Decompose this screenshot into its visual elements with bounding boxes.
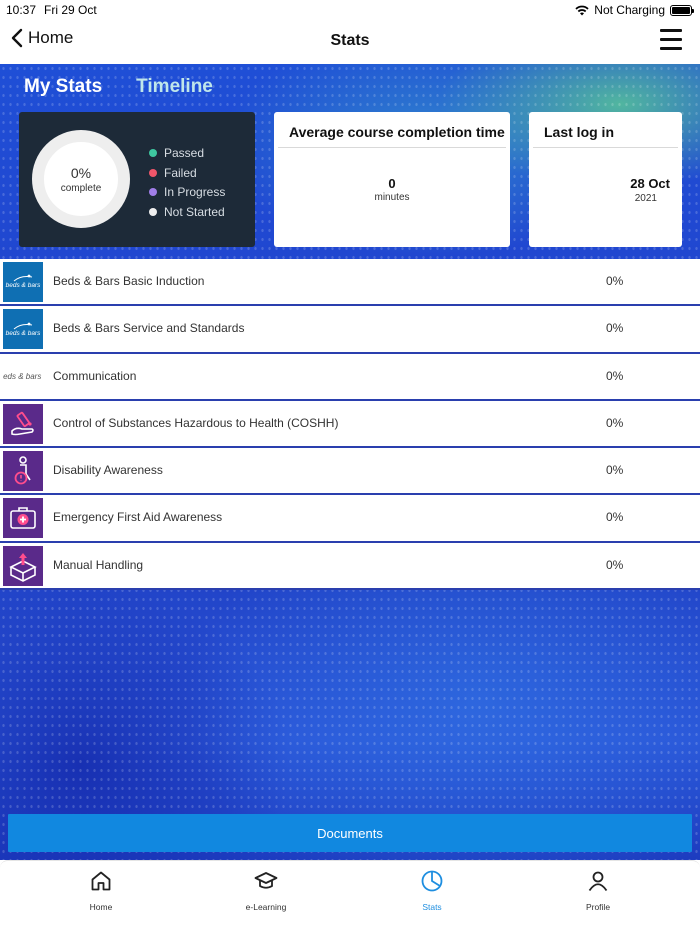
course-name: Manual Handling (53, 557, 144, 572)
legend-label: Failed (164, 165, 197, 180)
course-percent: 0% (606, 415, 624, 430)
tab-bar-e-learning[interactable]: e-Learning (226, 869, 306, 912)
legend: Passed Failed In Progress Not Started (149, 143, 225, 222)
legend-label: In Progress (164, 185, 226, 200)
tab-bar-label: e-Learning (245, 902, 287, 912)
beds-and-bars-logo-icon: beds & bars (3, 309, 43, 350)
legend-dot-icon (149, 168, 157, 177)
course-row[interactable]: Control of Substances Hazardous to Healt… (0, 400, 700, 449)
avg-completion-title: Average course completion time (289, 124, 505, 140)
donut-percent: 0% (70, 164, 92, 181)
course-percent: 0% (606, 557, 624, 572)
course-name: Communication (53, 368, 137, 383)
avg-completion-value: 0 (388, 176, 396, 191)
legend-label: Not Started (164, 204, 225, 219)
tab-bar-label: Stats (422, 902, 442, 912)
card-divider (533, 147, 678, 148)
course-name: Beds & Bars Service and Standards (53, 321, 245, 336)
donut-complete-label: complete (60, 182, 102, 194)
course-row[interactable]: Manual Handling 0% (0, 542, 700, 591)
beds-and-bars-logo-light-icon: beds & bars (3, 356, 43, 397)
course-name: Control of Substances Hazardous to Healt… (53, 415, 339, 430)
thumb-logo-text: beds & bars (5, 329, 41, 337)
avg-completion-unit: minutes (374, 192, 410, 203)
course-name: Beds & Bars Basic Induction (53, 274, 205, 288)
course-name: Disability Awareness (53, 463, 163, 478)
status-time: 10:37 (6, 3, 37, 17)
last-login-title: Last log in (544, 124, 614, 140)
course-row[interactable]: Disability Awareness 0% (0, 448, 700, 496)
last-login-year: 2021 (634, 193, 657, 204)
documents-button[interactable]: Documents (8, 814, 692, 852)
hamburger-menu-icon[interactable] (660, 29, 682, 51)
legend-item-failed: Failed (149, 163, 225, 183)
legend-dot-icon (149, 207, 157, 216)
status-right: Not Charging (575, 3, 694, 17)
course-row[interactable]: beds & bars Beds & Bars Service and Stan… (0, 306, 700, 354)
last-login-date: 28 Oct (630, 176, 670, 191)
course-percent: 0% (606, 274, 624, 288)
person-icon (588, 871, 608, 892)
thumb-logo-text: beds & bars (3, 372, 42, 382)
course-row[interactable]: Emergency First Aid Awareness 0% (0, 495, 700, 543)
course-row[interactable]: beds & bars Beds & Bars Basic Induction … (0, 259, 700, 307)
course-row[interactable]: beds & bars Communication 0% (0, 353, 700, 401)
stats-tabs: My Stats Timeline (24, 76, 213, 98)
legend-item-not-started: Not Started (149, 202, 225, 222)
avg-completion-card: Average course completion time 0 minutes (274, 112, 510, 247)
pie-chart-icon (421, 870, 443, 892)
coshh-icon (3, 403, 43, 444)
charging-status: Not Charging (594, 3, 665, 17)
course-name: Emergency First Aid Awareness (53, 510, 223, 525)
legend-label: Passed (164, 145, 205, 160)
battery-icon (670, 4, 694, 16)
card-divider (278, 147, 506, 148)
graduation-cap-icon (254, 872, 278, 889)
tab-bar-profile[interactable]: Profile (558, 869, 638, 912)
tab-bar-home[interactable]: Home (61, 869, 141, 912)
page-title: Stats (330, 32, 370, 49)
legend-item-passed: Passed (149, 143, 225, 163)
tab-bar-label: Home (89, 902, 113, 912)
donut-center: 0% complete (32, 130, 130, 228)
thumb-logo-text: beds & bars (5, 282, 41, 290)
tab-timeline[interactable]: Timeline (136, 76, 213, 98)
home-icon (91, 871, 111, 891)
tab-bar-label: Profile (585, 902, 611, 912)
wifi-icon (575, 5, 589, 15)
legend-dot-icon (149, 188, 157, 197)
course-percent: 0% (606, 321, 624, 336)
beds-and-bars-logo-icon: beds & bars (3, 262, 43, 302)
progress-card: 0% complete Passed Failed In Progress No… (19, 112, 255, 247)
legend-item-in-progress: In Progress (149, 182, 225, 202)
tab-bar-stats[interactable]: Stats (392, 869, 472, 912)
first-aid-icon (3, 498, 43, 539)
course-percent: 0% (606, 368, 624, 383)
course-percent: 0% (606, 510, 624, 525)
status-bar: 10:37 Fri 29 Oct Not Charging (0, 0, 700, 20)
course-percent: 0% (606, 463, 624, 478)
last-login-card: Last log in 28 Oct 2021 (529, 112, 682, 247)
nav-bar: Home Stats (0, 20, 700, 64)
disability-icon (3, 451, 43, 492)
status-date: Fri 29 Oct (44, 3, 97, 17)
bottom-tab-bar: Home e-Learning Stats Profile (0, 860, 700, 934)
tab-my-stats[interactable]: My Stats (24, 76, 102, 98)
manual-handling-icon (3, 545, 43, 586)
course-list: beds & bars Beds & Bars Basic Induction … (0, 259, 700, 591)
legend-dot-icon (149, 148, 157, 157)
